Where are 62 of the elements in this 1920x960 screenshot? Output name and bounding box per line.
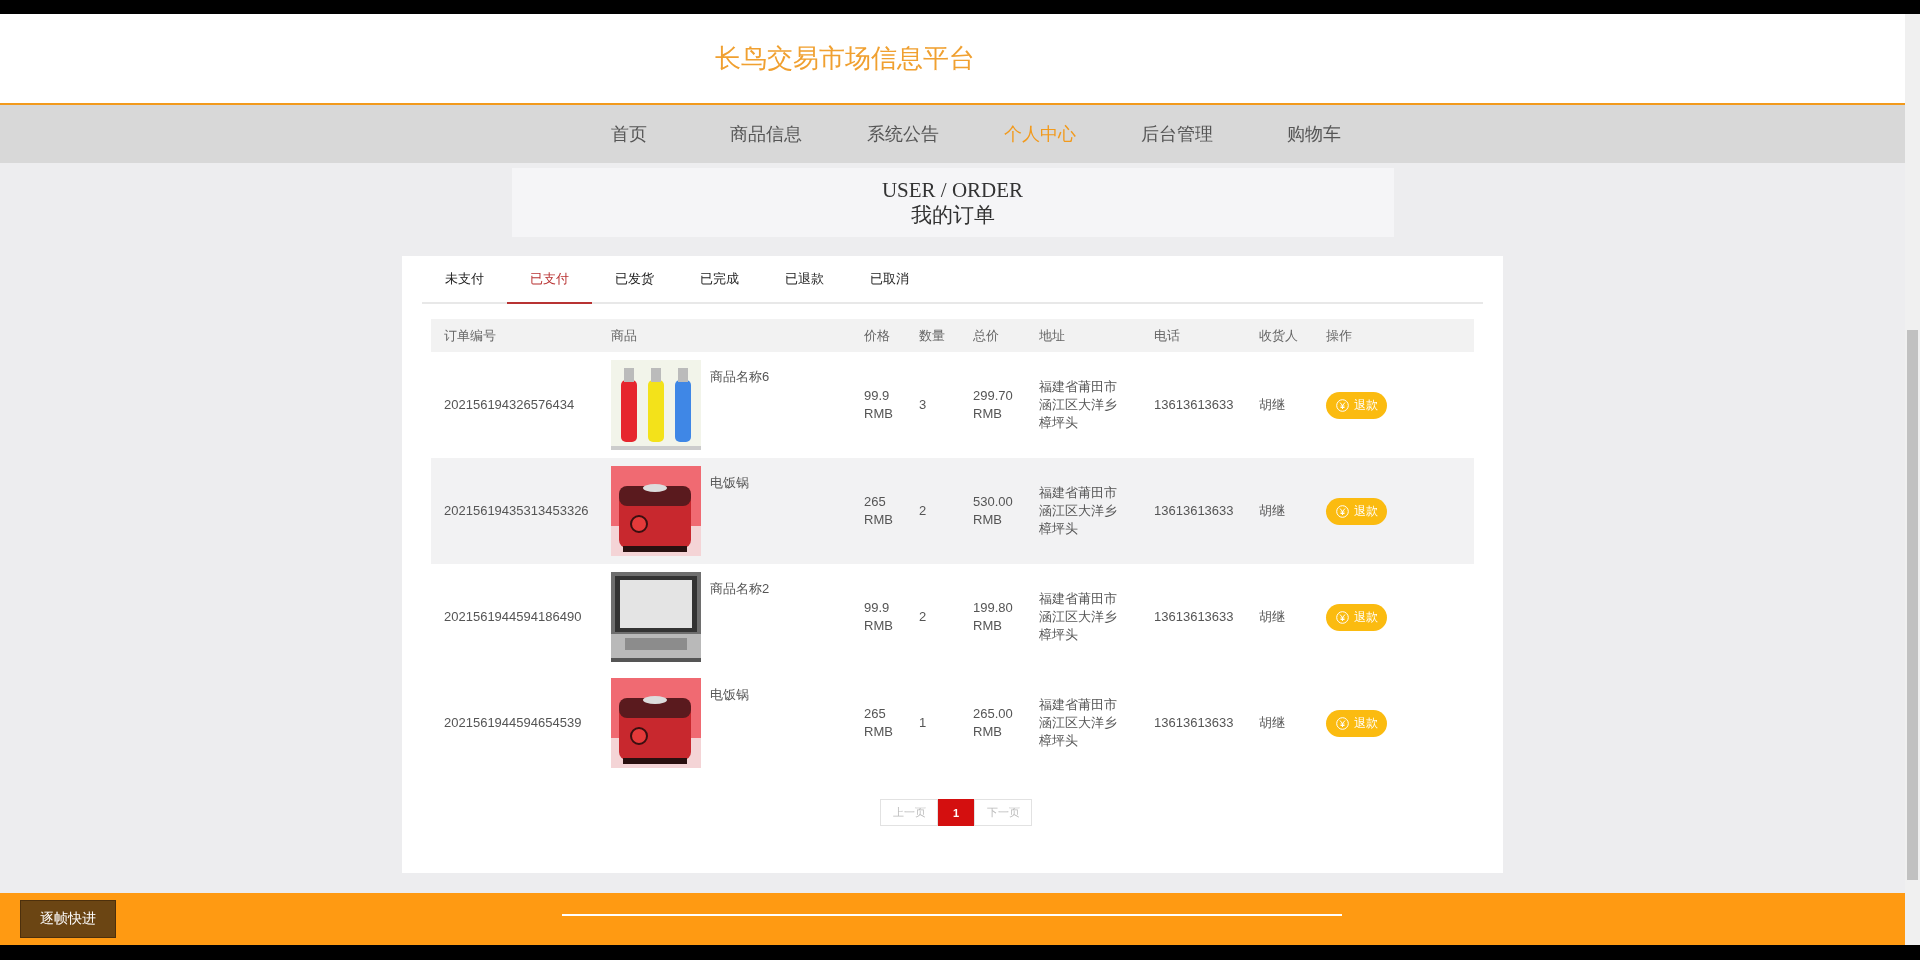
nav-link[interactable]: 系统公告: [834, 122, 971, 146]
column-header: 操作: [1326, 326, 1353, 345]
nav-link[interactable]: 购物车: [1245, 122, 1382, 146]
column-header: 数量: [919, 326, 946, 345]
product-name: 电饭锅: [710, 686, 749, 704]
nav-link[interactable]: 后台管理: [1108, 122, 1245, 146]
table-cell-text: 福建省莆田市涵江区大洋乡樟坪头: [1039, 696, 1118, 750]
table-cell-text: 福建省莆田市涵江区大洋乡樟坪头: [1039, 484, 1118, 538]
yen-icon: [1335, 716, 1349, 730]
nav-link[interactable]: 商品信息: [697, 122, 834, 146]
heading-subtitle: 我的订单: [910, 202, 995, 228]
column-header: 价格: [864, 326, 891, 345]
yen-icon: [1335, 610, 1349, 624]
status-tab[interactable]: 已取消: [847, 256, 932, 304]
table-cell-text: 99.9 RMB: [864, 599, 894, 635]
frame-forward-button[interactable]: 逐帧快进: [20, 900, 116, 938]
status-tab[interactable]: 未支付: [422, 256, 507, 304]
status-tab[interactable]: 已支付: [507, 256, 592, 304]
table-cell-text: 265 RMB: [864, 705, 894, 741]
table-cell-text: 2: [919, 608, 928, 626]
table-cell-text: 胡继: [1259, 608, 1286, 626]
column-header: 订单编号: [443, 326, 497, 345]
table-cell-text: 13613613633: [1154, 714, 1235, 732]
table-cell-text: 13613613633: [1154, 396, 1235, 414]
table-cell-text: 福建省莆田市涵江区大洋乡樟坪头: [1039, 590, 1118, 644]
table-cell-text: 2: [919, 502, 928, 520]
yen-icon: [1335, 504, 1349, 518]
column-header: 地址: [1039, 326, 1066, 345]
page-number[interactable]: 1: [938, 799, 974, 826]
column-header: 电话: [1154, 326, 1181, 345]
table-cell-text: 1: [919, 714, 928, 732]
table-cell-text: 199.80 RMB: [973, 599, 1014, 635]
table-cell-text: 99.9 RMB: [864, 387, 894, 423]
status-tab[interactable]: 已退款: [762, 256, 847, 304]
table-cell-text: 胡继: [1259, 502, 1286, 520]
table-cell-text: 3: [919, 396, 928, 414]
table-cell-text: 13613613633: [1154, 608, 1235, 626]
status-tab[interactable]: 已完成: [677, 256, 762, 304]
table-cell-text: 299.70 RMB: [973, 387, 1014, 423]
product-name: 电饭锅: [710, 474, 749, 492]
table-cell-text: 265.00 RMB: [973, 705, 1014, 741]
table-cell-text: 530.00 RMB: [973, 493, 1014, 529]
table-cell-text: 20215619435313453326: [443, 502, 590, 520]
heading-title: USER / ORDER: [881, 177, 1024, 203]
table-cell-text: 13613613633: [1154, 502, 1235, 520]
column-header: 总价: [973, 326, 1000, 345]
status-tab[interactable]: 已发货: [592, 256, 677, 304]
yen-icon: [1335, 398, 1349, 412]
product-name: 商品名称2: [710, 580, 770, 598]
table-cell-text: 福建省莆田市涵江区大洋乡樟坪头: [1039, 378, 1118, 432]
column-header: 商品: [611, 326, 638, 345]
product-name: 商品名称6: [710, 368, 770, 386]
table-cell-text: 265 RMB: [864, 493, 894, 529]
table-cell-text: 胡继: [1259, 714, 1286, 732]
table-cell-text: 2021561944594654539: [443, 714, 583, 732]
nav-link[interactable]: 首页: [560, 122, 697, 146]
table-cell-text: 2021561944594186490: [443, 608, 583, 626]
column-header: 收货人: [1259, 326, 1299, 345]
site-title: 长鸟交易市场信息平台: [715, 42, 975, 75]
table-cell-text: 202156194326576434: [443, 396, 576, 414]
scrollbar[interactable]: [1905, 14, 1920, 945]
table-cell-text: 胡继: [1259, 396, 1286, 414]
